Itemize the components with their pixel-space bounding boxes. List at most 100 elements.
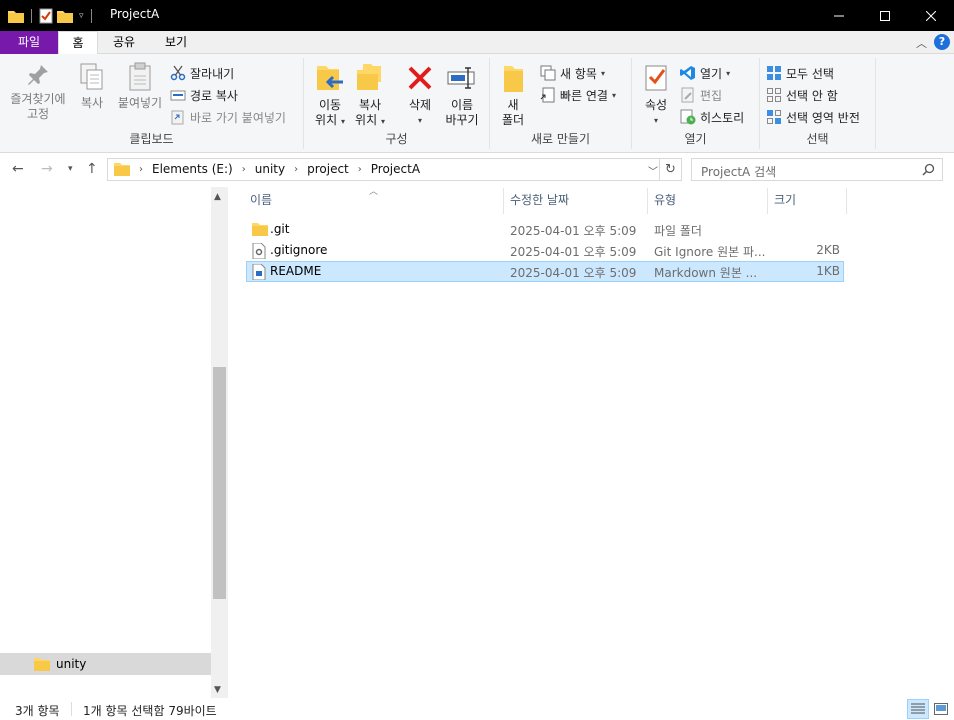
gear-file-icon <box>252 243 266 259</box>
address-bar[interactable]: › Elements (E:) › unity › project › Proj… <box>107 158 660 181</box>
properties-dropdown-icon[interactable]: ▾ <box>638 113 674 128</box>
select-all-button[interactable]: 모두 선택 <box>766 63 834 83</box>
column-divider[interactable] <box>767 188 768 214</box>
collapse-ribbon-icon[interactable]: ︿ <box>916 35 927 51</box>
edit-label: 편집 <box>700 88 723 103</box>
properties-icon[interactable] <box>39 8 53 24</box>
cut-label: 잘라내기 <box>190 66 235 81</box>
copy-button[interactable]: 복사 <box>76 62 108 111</box>
copy-label: 복사 <box>80 96 104 110</box>
easy-access-button[interactable]: 빠른 연결 ▾ <box>540 85 616 105</box>
file-date: 2025-04-01 오후 5:09 <box>510 266 637 280</box>
file-name: README <box>270 264 322 278</box>
new-folder-icon[interactable] <box>57 9 73 23</box>
rename-icon <box>447 67 475 89</box>
history-label: 히스토리 <box>700 110 745 125</box>
invert-selection-icon <box>767 110 781 124</box>
paste-shortcut-icon <box>171 110 184 125</box>
address-dropdown-icon[interactable]: ﹀ <box>648 163 658 178</box>
recent-locations-icon[interactable]: ▾ <box>68 164 73 174</box>
refresh-icon: ↻ <box>665 162 676 177</box>
scroll-up-icon[interactable]: ▲ <box>214 192 221 202</box>
tab-home[interactable]: 홈 <box>58 31 98 55</box>
rename-button[interactable]: 이름 바꾸기 <box>440 62 484 128</box>
minimize-icon <box>834 15 844 16</box>
folder-icon <box>252 223 268 236</box>
copy-path-icon <box>170 90 186 101</box>
column-divider[interactable] <box>846 188 847 214</box>
select-group: 모두 선택 선택 안 함 선택 영역 반전 선택 <box>760 58 876 149</box>
file-type: Markdown 원본 ... <box>654 266 758 280</box>
up-icon[interactable]: ↑ <box>86 161 98 177</box>
nav-item-unity[interactable]: unity <box>0 653 211 675</box>
select-none-label: 선택 안 함 <box>786 88 838 103</box>
file-row-readme[interactable]: README 2025-04-01 오후 5:09 Markdown 원본 ..… <box>246 261 844 282</box>
maximize-button[interactable] <box>862 0 908 31</box>
column-header-size[interactable]: 크기 <box>774 190 796 214</box>
select-none-button[interactable]: 선택 안 함 <box>766 85 838 105</box>
history-icon <box>680 109 696 125</box>
column-header-name[interactable]: 이름 <box>250 190 272 214</box>
refresh-button[interactable]: ↻ <box>660 158 682 181</box>
delete-icon <box>408 66 432 90</box>
organize-group-label: 구성 <box>385 132 408 146</box>
navigation-pane-scrollbar[interactable]: ▲ ▼ <box>211 187 228 698</box>
quick-access-toolbar: ▿ <box>8 6 95 26</box>
paste-button[interactable]: 붙여넣기 <box>114 62 166 111</box>
history-button[interactable]: 히스토리 <box>680 107 744 127</box>
move-to-button[interactable]: 이동 위치 ▾ <box>310 62 350 129</box>
selection-info: 1개 항목 선택함 79바이트 <box>83 704 217 718</box>
breadcrumb-projecta[interactable]: ProjectA <box>371 162 420 176</box>
open-button[interactable]: 열기 ▾ <box>680 63 730 83</box>
search-placeholder: ProjectA 검색 <box>701 165 777 179</box>
folder-icon <box>34 658 50 671</box>
select-group-label: 선택 <box>806 132 829 146</box>
file-type: Git Ignore 원본 파... <box>654 245 766 259</box>
column-divider[interactable] <box>647 188 648 214</box>
tab-share[interactable]: 공유 <box>104 31 144 54</box>
column-divider[interactable] <box>503 188 504 214</box>
new-item-button[interactable]: 새 항목 ▾ <box>540 63 605 83</box>
chevron-right-icon[interactable]: › <box>242 164 246 175</box>
chevron-right-icon[interactable]: › <box>294 164 298 175</box>
details-view-button[interactable] <box>907 699 929 719</box>
delete-dropdown-icon[interactable]: ▾ <box>400 113 440 128</box>
invert-selection-button[interactable]: 선택 영역 반전 <box>766 107 860 127</box>
copy-path-label: 경로 복사 <box>190 88 238 103</box>
pin-quick-access-button[interactable]: 즐겨찾기에 고정 <box>4 62 72 122</box>
tab-file[interactable]: 파일 <box>0 31 58 54</box>
forward-icon[interactable]: → <box>41 161 53 177</box>
tab-view[interactable]: 보기 <box>154 31 198 54</box>
scroll-down-icon[interactable]: ▼ <box>214 685 221 695</box>
copy-to-label-line1: 복사 <box>358 98 382 112</box>
edit-button[interactable]: 편집 <box>680 85 722 105</box>
delete-label: 삭제 <box>408 98 432 112</box>
scrollbar-thumb[interactable] <box>213 367 226 599</box>
chevron-right-icon[interactable]: › <box>358 164 362 175</box>
copy-path-button[interactable]: 경로 복사 <box>170 85 238 105</box>
chevron-right-icon[interactable]: › <box>139 164 143 175</box>
paste-shortcut-button[interactable]: 바로 가기 붙여넣기 <box>170 107 286 127</box>
pin-label-line1: 즐겨찾기에 <box>10 92 66 106</box>
column-header-type[interactable]: 유형 <box>654 190 676 214</box>
breadcrumb-drive[interactable]: Elements (E:) <box>152 162 233 176</box>
minimize-button[interactable] <box>816 0 862 31</box>
paste-icon <box>129 62 151 91</box>
file-row-git[interactable]: .git 2025-04-01 오후 5:09 파일 폴더 <box>246 219 844 240</box>
large-icons-view-button[interactable] <box>930 699 952 719</box>
file-row-gitignore[interactable]: .gitignore 2025-04-01 오후 5:09 Git Ignore… <box>246 240 844 261</box>
search-input[interactable]: ProjectA 검색 <box>691 158 943 181</box>
close-button[interactable] <box>908 0 954 31</box>
breadcrumb-unity[interactable]: unity <box>255 162 285 176</box>
back-icon[interactable]: ← <box>12 161 24 177</box>
new-folder-button[interactable]: 새 폴더 <box>496 62 530 128</box>
cut-button[interactable]: 잘라내기 <box>170 63 234 83</box>
properties-button[interactable]: 속성 ▾ <box>638 62 674 128</box>
column-header-date[interactable]: 수정한 날짜 <box>510 190 569 214</box>
help-icon[interactable]: ? <box>934 34 950 50</box>
delete-button[interactable]: 삭제 ▾ <box>400 62 440 128</box>
customize-toolbar-icon[interactable]: ▿ <box>79 11 84 21</box>
copy-to-button[interactable]: 복사 위치 ▾ <box>350 62 390 129</box>
breadcrumb-project[interactable]: project <box>307 162 349 176</box>
new-folder-icon <box>504 66 523 92</box>
